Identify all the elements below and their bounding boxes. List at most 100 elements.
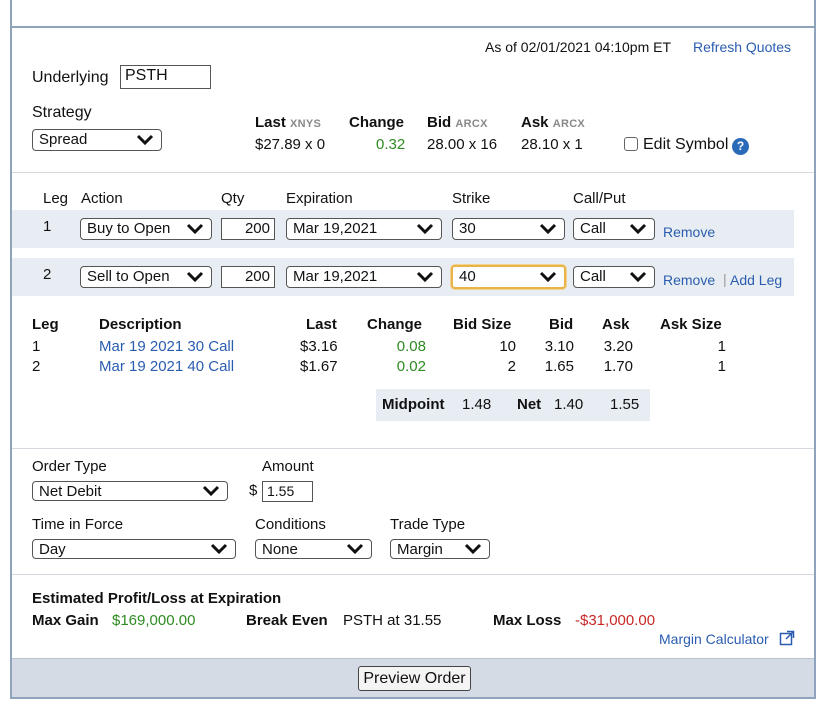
leg-action-select[interactable]: Buy to Open <box>80 218 212 240</box>
leg-strike-value: 40 <box>459 268 476 285</box>
row-change: 0.02 <box>396 358 426 375</box>
leg-row: 1 Buy to Open 200 Mar 19,2021 30 Call Re… <box>12 210 794 248</box>
trade-type-value: Margin <box>397 541 443 558</box>
leg-action-value: Sell to Open <box>87 268 170 285</box>
row-asksize: 1 <box>717 338 726 355</box>
table-header-description: Description <box>99 316 182 333</box>
strategy-label: Strategy <box>32 104 92 121</box>
refresh-quotes-link[interactable]: Refresh Quotes <box>693 39 791 55</box>
leg-strike-select[interactable]: 30 <box>452 218 565 240</box>
chevron-down-icon <box>346 543 364 555</box>
conditions-select[interactable]: None <box>255 539 372 559</box>
remove-leg-link[interactable]: Remove <box>663 224 715 240</box>
leg-row: 2 Sell to Open 200 Mar 19,2021 40 Call R… <box>12 258 794 296</box>
bid-value: 28.00 x 16 <box>427 136 498 153</box>
remove-leg-link[interactable]: Remove <box>663 272 715 288</box>
midpoint-value: 1.48 <box>462 396 492 413</box>
net-bid-value: 1.40 <box>554 396 584 413</box>
row-last: $1.67 <box>300 358 338 375</box>
leg-number: 2 <box>43 266 52 283</box>
last-value: $27.89 x 0 <box>255 136 326 153</box>
as-of-timestamp: As of 02/01/2021 04:10pm ET <box>485 39 672 55</box>
leg-action-select[interactable]: Sell to Open <box>80 266 212 288</box>
leg-expiration-value: Mar 19,2021 <box>293 220 378 237</box>
row-ask: 1.70 <box>603 358 633 375</box>
time-in-force-label: Time in Force <box>32 516 124 533</box>
change-label: Change <box>349 114 405 131</box>
row-ask: 3.20 <box>603 338 633 355</box>
leg-expiration-select[interactable]: Mar 19,2021 <box>286 218 442 240</box>
chevron-down-icon <box>186 271 204 283</box>
leg-callput-select[interactable]: Call <box>573 266 655 288</box>
bid-label: Bid ARCX <box>427 114 488 131</box>
legs-header-leg: Leg <box>43 190 69 207</box>
change-value: 0.32 <box>376 136 406 153</box>
underlying-input[interactable]: PSTH <box>120 65 211 89</box>
table-header-bidsize: Bid Size <box>453 316 512 333</box>
table-header-change: Change <box>367 316 423 333</box>
leg-strike-value: 30 <box>459 220 476 237</box>
leg-number: 1 <box>43 218 52 235</box>
leg-action-value: Buy to Open <box>87 220 171 237</box>
table-header-asksize: Ask Size <box>660 316 722 333</box>
order-type-label: Order Type <box>32 458 107 475</box>
table-header-bid: Bid <box>549 316 574 333</box>
max-gain-value: $169,000.00 <box>112 612 196 629</box>
max-gain-label: Max Gain <box>32 612 99 629</box>
add-leg-link[interactable]: Add Leg <box>730 272 782 288</box>
edit-symbol-label: Edit Symbol <box>643 136 729 153</box>
action-bar: Preview Order <box>12 658 814 697</box>
chevron-down-icon <box>629 223 647 235</box>
row-description-link[interactable]: Mar 19 2021 40 Call <box>99 358 234 375</box>
currency-symbol: $ <box>249 482 258 499</box>
order-type-value: Net Debit <box>39 483 102 500</box>
external-link-icon[interactable] <box>779 630 795 646</box>
strategy-value: Spread <box>39 131 88 148</box>
panel-top-border <box>12 26 814 28</box>
trade-type-select[interactable]: Margin <box>390 539 490 559</box>
row-bid: 1.65 <box>544 358 574 375</box>
chevron-down-icon <box>202 485 220 497</box>
chevron-down-icon <box>186 223 204 235</box>
legs-header-callput: Call/Put <box>573 190 626 207</box>
separator: | <box>723 271 727 287</box>
order-type-select[interactable]: Net Debit <box>32 481 228 501</box>
row-bidsize: 2 <box>507 358 516 375</box>
last-label: Last XNYS <box>255 114 322 131</box>
strategy-select[interactable]: Spread <box>32 129 162 151</box>
row-bid: 3.10 <box>544 338 574 355</box>
midpoint-net-box: Midpoint 1.48 Net 1.40 1.55 <box>376 389 650 421</box>
row-leg: 2 <box>32 358 41 375</box>
amount-input[interactable]: 1.55 <box>262 481 313 502</box>
leg-qty-input[interactable]: 200 <box>221 218 275 240</box>
conditions-label: Conditions <box>255 516 326 533</box>
row-description-link[interactable]: Mar 19 2021 30 Call <box>99 338 234 355</box>
legs-header-expiration: Expiration <box>286 190 353 207</box>
pl-title: Estimated Profit/Loss at Expiration <box>32 590 282 607</box>
midpoint-label: Midpoint <box>382 396 445 413</box>
chevron-down-icon <box>416 223 434 235</box>
break-even-label: Break Even <box>246 612 328 629</box>
margin-calculator-link[interactable]: Margin Calculator <box>659 631 769 647</box>
underlying-label: Underlying <box>32 69 109 86</box>
help-icon[interactable]: ? <box>732 138 749 155</box>
conditions-value: None <box>262 541 298 558</box>
preview-order-button[interactable]: Preview Order <box>358 666 471 691</box>
chevron-down-icon <box>210 543 228 555</box>
divider <box>12 574 814 575</box>
time-in-force-value: Day <box>39 541 66 558</box>
divider <box>12 172 814 173</box>
leg-expiration-select[interactable]: Mar 19,2021 <box>286 266 442 288</box>
leg-strike-select[interactable]: 40 <box>451 265 566 289</box>
legs-header-qty: Qty <box>221 190 245 207</box>
chevron-down-icon <box>464 543 482 555</box>
time-in-force-select[interactable]: Day <box>32 539 236 559</box>
leg-callput-select[interactable]: Call <box>573 218 655 240</box>
break-even-value: PSTH at 31.55 <box>343 612 442 629</box>
row-last: $3.16 <box>300 338 338 355</box>
leg-qty-input[interactable]: 200 <box>221 266 275 288</box>
edit-symbol-checkbox[interactable] <box>624 137 638 151</box>
leg-callput-value: Call <box>580 220 606 237</box>
table-header-ask: Ask <box>602 316 630 333</box>
max-loss-value: -$31,000.00 <box>575 612 656 629</box>
